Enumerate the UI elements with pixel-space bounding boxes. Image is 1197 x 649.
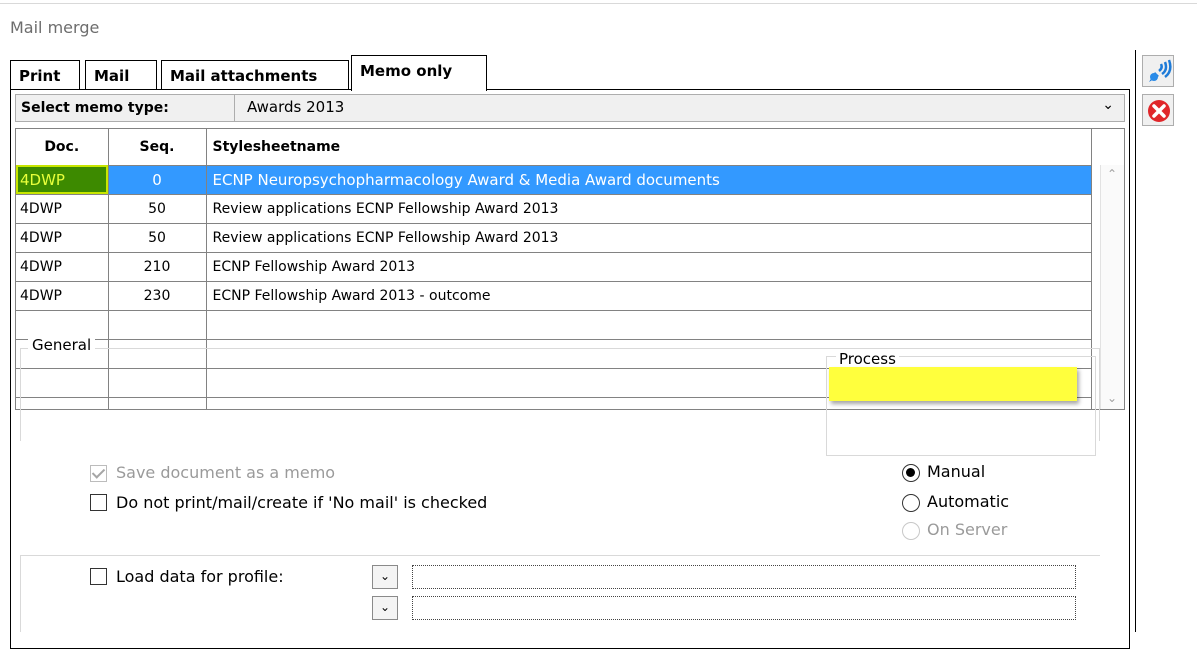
cell-seq[interactable]: 0 [108, 165, 207, 195]
cancel-icon [1148, 100, 1170, 122]
memo-type-select[interactable]: Awards 2013 ⌄ [234, 95, 1124, 121]
cell-doc[interactable]: 4DWP [16, 281, 109, 311]
no-print-label: Do not print/mail/create if 'No mail' is… [116, 493, 488, 512]
tab-print[interactable]: Print [10, 60, 80, 90]
memo-type-label: Select memo type: [21, 100, 169, 116]
general-legend: General [28, 336, 96, 354]
no-print-checkbox[interactable] [90, 494, 107, 511]
manual-label: Manual [927, 462, 986, 481]
column-header-doc[interactable]: Doc. [16, 129, 109, 166]
chevron-down-icon: ⌄ [379, 600, 391, 614]
automatic-label: Automatic [927, 492, 1010, 511]
section-divider [20, 555, 1100, 556]
profile-dropdown-1[interactable]: ⌄ [372, 565, 398, 589]
grid-header-row: Doc. Seq. Stylesheetname [16, 129, 1092, 166]
column-header-seq[interactable]: Seq. [108, 129, 207, 166]
scroll-up-icon[interactable]: ⌃ [1107, 167, 1117, 181]
run-merge-icon [1149, 59, 1172, 82]
table-row[interactable]: 4DWP 50 Review applications ECNP Fellows… [16, 223, 1092, 253]
cell-doc[interactable]: 4DWP [16, 165, 109, 195]
table-row[interactable]: 4DWP 0 ECNP Neuropsychopharmacology Awar… [16, 165, 1092, 195]
run-merge-button[interactable] [1142, 55, 1174, 87]
top-divider [0, 3, 1197, 4]
cell-doc[interactable]: 4DWP [16, 252, 109, 282]
on-server-radio[interactable] [902, 522, 920, 540]
table-row[interactable]: 4DWP 50 Review applications ECNP Fellows… [16, 194, 1092, 224]
on-server-label: On Server [927, 520, 1008, 539]
window-title: Mail merge [10, 18, 100, 37]
profile-field-2[interactable] [412, 596, 1076, 620]
profile-dropdown-2[interactable]: ⌄ [372, 596, 398, 620]
column-header-stylesheetname[interactable]: Stylesheetname [206, 129, 1092, 166]
cell-stylesheetname[interactable]: Review applications ECNP Fellowship Awar… [206, 223, 1092, 253]
manual-radio[interactable] [902, 464, 920, 482]
tab-mail[interactable]: Mail [85, 60, 157, 90]
empty-row[interactable] [16, 310, 1092, 340]
cell-seq[interactable]: 230 [108, 281, 207, 311]
automatic-radio[interactable] [902, 494, 920, 512]
section-border [20, 555, 21, 632]
table-row[interactable]: 4DWP 230 ECNP Fellowship Award 2013 - ou… [16, 281, 1092, 311]
process-legend: Process [836, 350, 899, 368]
save-memo-checkbox[interactable] [90, 465, 107, 482]
cell-stylesheetname[interactable]: ECNP Fellowship Award 2013 [206, 252, 1092, 282]
load-profile-label: Load data for profile: [116, 567, 284, 586]
manual-highlight [829, 367, 1077, 401]
table-row[interactable]: 4DWP 210 ECNP Fellowship Award 2013 [16, 252, 1092, 282]
memo-type-row: Select memo type: Awards 2013 ⌄ [15, 94, 1125, 122]
scroll-down-icon[interactable]: ⌄ [1107, 391, 1117, 405]
cell-doc[interactable]: 4DWP [16, 223, 109, 253]
profile-field-1[interactable] [412, 565, 1076, 589]
memo-type-value: Awards 2013 [247, 98, 345, 116]
load-profile-checkbox[interactable] [90, 568, 107, 585]
cell-doc[interactable]: 4DWP [16, 194, 109, 224]
cell-seq[interactable]: 210 [108, 252, 207, 282]
cancel-button[interactable] [1142, 94, 1174, 126]
cell-stylesheetname[interactable]: Review applications ECNP Fellowship Awar… [206, 194, 1092, 224]
grid-scrollbar[interactable] [1100, 165, 1124, 409]
chevron-down-icon: ⌄ [379, 569, 391, 583]
cell-seq[interactable]: 50 [108, 194, 207, 224]
tab-mail-attachments[interactable]: Mail attachments [161, 60, 349, 90]
tab-memo-only[interactable]: Memo only [351, 55, 487, 91]
chevron-down-icon: ⌄ [1102, 97, 1114, 113]
cell-seq[interactable]: 50 [108, 223, 207, 253]
cell-stylesheetname[interactable]: ECNP Neuropsychopharmacology Award & Med… [206, 165, 1092, 195]
cell-stylesheetname[interactable]: ECNP Fellowship Award 2013 - outcome [206, 281, 1092, 311]
save-memo-label: Save document as a memo [116, 463, 336, 482]
side-toolbar [1135, 50, 1197, 632]
